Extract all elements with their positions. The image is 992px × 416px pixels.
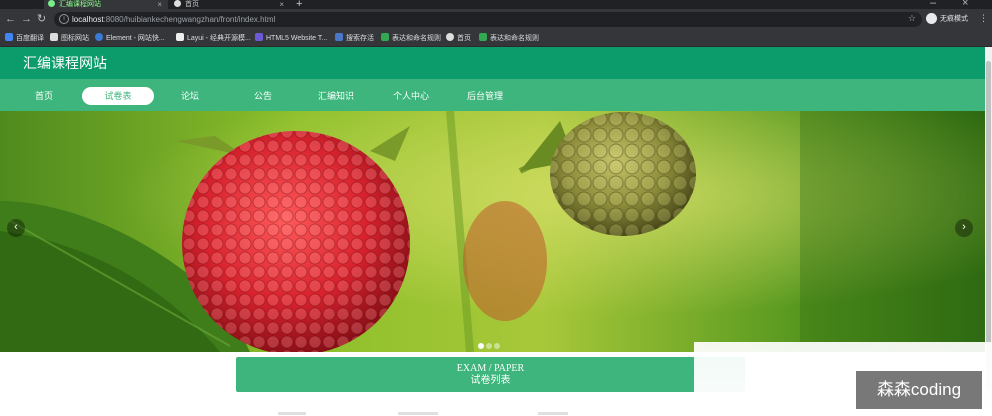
section-title-cn: 试卷列表	[470, 375, 511, 386]
list-item-stub	[278, 412, 306, 415]
bookmark-favicon-icon	[479, 33, 487, 41]
bookmark-item[interactable]: HTML5 Website T...	[255, 33, 327, 44]
nav-item-papers[interactable]: 试卷表	[82, 87, 154, 105]
bookmark-favicon-icon	[5, 33, 13, 41]
incognito-label: 无痕模式	[940, 15, 968, 23]
bookmark-item[interactable]: Element - 网站快...	[95, 33, 165, 44]
tab-title: 汇编课程网站	[59, 1, 101, 8]
incognito-icon	[926, 13, 937, 24]
bookmark-item[interactable]: 表达和命名规则	[381, 33, 441, 44]
bookmark-favicon-icon	[255, 33, 263, 41]
bookmark-favicon-icon	[50, 33, 58, 41]
nav-item-forum[interactable]: 论坛	[166, 87, 214, 105]
nav-item-admin[interactable]: 后台管理	[455, 87, 515, 105]
url-field[interactable]: i localhost:8080/huibiankechengwangzhan/…	[54, 12, 922, 27]
section-title-en: EXAM / PAPER	[456, 363, 525, 374]
tab-title: 首页	[185, 1, 199, 8]
list-item-stub	[538, 412, 568, 415]
carousel-indicators	[478, 336, 502, 352]
minimize-icon[interactable]: –	[930, 0, 936, 9]
incognito-badge[interactable]: 无痕模式	[926, 13, 968, 25]
close-tab-icon[interactable]: ×	[279, 0, 284, 9]
forward-icon[interactable]: →	[21, 12, 32, 26]
browser-menu-icon[interactable]: ⋮	[979, 13, 988, 24]
site-title: 汇编课程网站	[23, 55, 107, 71]
carousel-prev-button[interactable]: ‹	[7, 219, 25, 237]
bookmark-item[interactable]: 表达和命名规则	[479, 33, 539, 44]
raspberry-photo	[0, 111, 985, 352]
bookmark-favicon-icon	[446, 33, 454, 41]
back-icon[interactable]: ←	[5, 12, 16, 26]
browser-tab-strip: 汇编课程网站 × 首页 × + – ×	[0, 0, 992, 10]
nav-item-home[interactable]: 首页	[20, 87, 68, 105]
bookmark-item[interactable]: 首页	[446, 33, 471, 44]
close-window-icon[interactable]: ×	[962, 0, 968, 9]
site-header: 汇编课程网站	[0, 47, 992, 79]
address-bar: ← → ↻ i localhost:8080/huibiankechengwan…	[0, 9, 992, 30]
nav-item-notice[interactable]: 公告	[239, 87, 287, 105]
carousel-dot[interactable]	[494, 343, 500, 349]
bookmark-favicon-icon	[335, 33, 343, 41]
carousel-dot[interactable]	[486, 343, 492, 349]
nav-item-knowledge[interactable]: 汇编知识	[306, 87, 366, 105]
close-tab-icon[interactable]: ×	[157, 0, 162, 9]
url-host: localhost	[72, 15, 104, 24]
site-info-icon[interactable]: i	[59, 14, 69, 24]
bookmark-item[interactable]: 图标网站	[50, 33, 89, 44]
carousel-next-button[interactable]: ›	[955, 219, 973, 237]
bookmark-item[interactable]: Layui - 经典开源模...	[176, 33, 251, 44]
bookmark-favicon-icon	[95, 33, 103, 41]
nav-item-profile[interactable]: 个人中心	[382, 87, 440, 105]
bookmark-item[interactable]: 搜索存活	[335, 33, 374, 44]
bookmark-favicon-icon	[176, 33, 184, 41]
banner-carousel[interactable]: ‹ ›	[0, 111, 985, 352]
tab-favicon-icon	[48, 0, 55, 7]
browser-tab[interactable]: 首页 ×	[170, 0, 290, 9]
bookmarks-bar: 百度翻译 图标网站 Element - 网站快... Layui - 经典开源模…	[0, 30, 992, 47]
bookmark-star-icon[interactable]: ☆	[908, 13, 916, 24]
bookmark-item[interactable]: 百度翻译	[5, 33, 44, 44]
carousel-dot[interactable]	[478, 343, 484, 349]
bookmark-favicon-icon	[381, 33, 389, 41]
list-item-stub	[398, 412, 438, 415]
main-nav: 首页 试卷表 论坛 公告 汇编知识 个人中心 后台管理	[0, 79, 992, 111]
section-header: EXAM / PAPER 试卷列表	[236, 357, 745, 392]
watermark: 森森coding	[856, 371, 982, 409]
browser-tab-active[interactable]: 汇编课程网站 ×	[44, 0, 168, 9]
reload-icon[interactable]: ↻	[37, 12, 46, 26]
tab-favicon-icon	[174, 0, 181, 7]
url-path: :8080/huibiankechengwangzhan/front/index…	[103, 15, 276, 24]
